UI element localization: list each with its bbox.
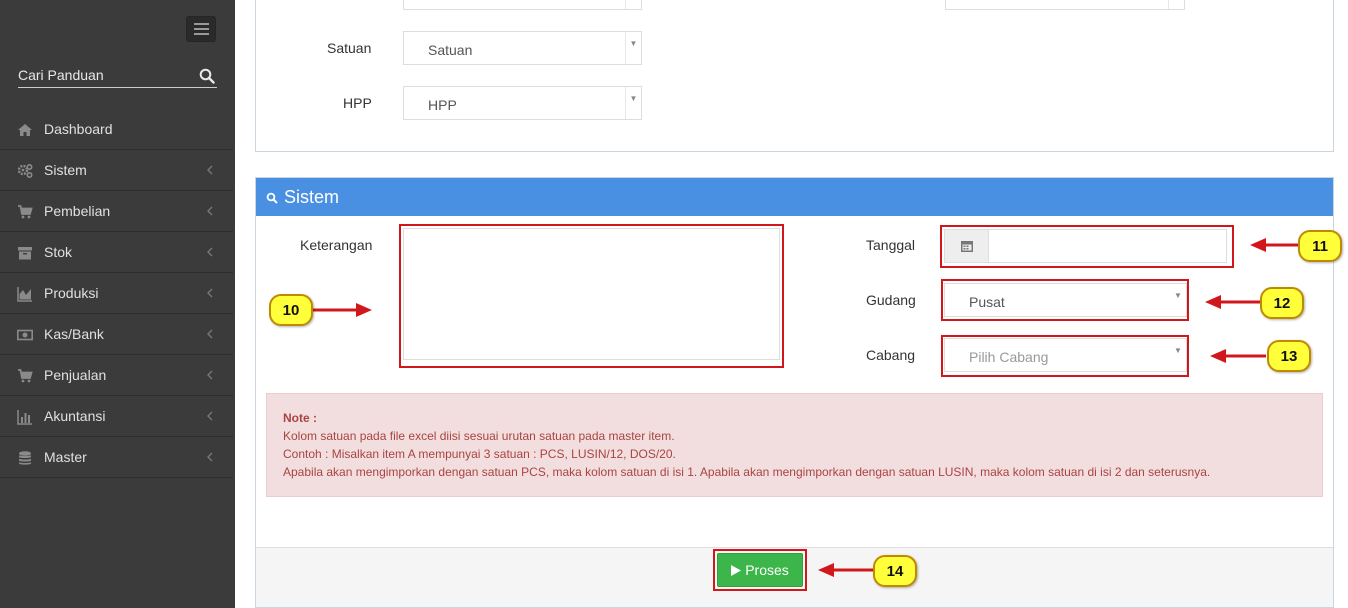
database-icon — [19, 451, 31, 465]
sidebar-menu: Dashboard Sistem Pembelian Stok Produksi… — [0, 109, 233, 478]
note-alert: Note : Kolom satuan pada file excel diis… — [266, 393, 1323, 497]
keterangan-label: Keterangan — [300, 237, 373, 253]
cart-icon — [18, 369, 33, 383]
sidebar-item-label: Stok — [44, 244, 73, 260]
arrow-right-icon — [312, 303, 372, 317]
dropdown-arrow-icon: ▼ — [625, 32, 641, 64]
search-icon — [266, 192, 278, 204]
sidebar-item-produksi[interactable]: Produksi — [0, 273, 233, 314]
arrow-left-icon — [818, 563, 874, 577]
callout-13: 13 — [1267, 340, 1311, 372]
search-input[interactable] — [18, 64, 193, 86]
sistem-panel-header: Sistem — [256, 178, 1333, 216]
chevron-left-icon — [207, 206, 213, 216]
hpp-label: HPP — [343, 95, 372, 111]
cart-icon — [18, 205, 33, 219]
sidebar-item-label: Kas/Bank — [44, 326, 104, 342]
satuan-select-value: Satuan — [428, 42, 473, 58]
home-icon — [18, 124, 32, 136]
sidebar-item-penjualan[interactable]: Penjualan — [0, 355, 233, 396]
sidebar-item-label: Dashboard — [44, 121, 113, 137]
highlight-tanggal — [940, 225, 1234, 268]
sidebar-item-pembelian[interactable]: Pembelian — [0, 191, 233, 232]
sidebar-item-label: Pembelian — [44, 203, 111, 219]
sidebar-item-kas-bank[interactable]: Kas/Bank — [0, 314, 233, 355]
chevron-left-icon — [207, 452, 213, 462]
select-partial-left[interactable]: ▼ — [403, 0, 642, 10]
money-icon — [17, 329, 33, 341]
chevron-left-icon — [207, 247, 213, 257]
highlight-keterangan — [399, 224, 784, 368]
sidebar-item-label: Produksi — [44, 285, 99, 301]
area-chart-icon — [17, 287, 32, 302]
arrow-left-icon — [1250, 238, 1300, 252]
highlight-cabang — [941, 335, 1189, 377]
callout-14: 14 — [873, 555, 917, 587]
dropdown-arrow-icon: ▼ — [625, 87, 641, 119]
sidebar-toggle-button[interactable] — [186, 16, 216, 42]
dropdown-arrow-icon: ▼ — [625, 0, 641, 9]
sidebar-item-dashboard[interactable]: Dashboard — [0, 109, 233, 150]
dropdown-arrow-icon: ▼ — [1168, 0, 1184, 9]
sidebar-search — [18, 64, 217, 88]
satuan-select[interactable]: Satuan ▼ — [403, 31, 642, 65]
archive-icon — [18, 247, 32, 260]
note-title: Note : — [283, 411, 317, 425]
note-line: Kolom satuan pada file excel diisi sesua… — [283, 429, 675, 443]
hpp-select-value: HPP — [428, 97, 457, 113]
arrow-left-icon — [1205, 295, 1261, 309]
sidebar-item-label: Penjualan — [44, 367, 107, 383]
highlight-gudang — [941, 279, 1189, 321]
cabang-label: Cabang — [866, 347, 916, 363]
sidebar-item-master[interactable]: Master — [0, 437, 233, 478]
search-icon[interactable] — [199, 68, 215, 84]
tanggal-label: Tanggal — [866, 237, 916, 253]
gears-icon — [17, 163, 33, 179]
chevron-left-icon — [207, 411, 213, 421]
sistem-panel-title: Sistem — [284, 187, 340, 207]
hpp-select[interactable]: HPP ▼ — [403, 86, 642, 120]
arrow-left-icon — [1210, 349, 1266, 363]
callout-11: 11 — [1298, 230, 1342, 262]
chevron-left-icon — [207, 329, 213, 339]
satuan-label: Satuan — [327, 40, 372, 56]
bar-chart-icon — [17, 410, 32, 425]
gudang-label: Gudang — [866, 292, 916, 308]
sidebar-item-akuntansi[interactable]: Akuntansi — [0, 396, 233, 437]
note-line: Contoh : Misalkan item A mempunyai 3 sat… — [283, 447, 676, 461]
sidebar-item-stok[interactable]: Stok — [0, 232, 233, 273]
chevron-left-icon — [207, 370, 213, 380]
note-line: Apabila akan mengimporkan dengan satuan … — [283, 465, 1211, 479]
callout-12: 12 — [1260, 287, 1304, 319]
sidebar: Dashboard Sistem Pembelian Stok Produksi… — [0, 0, 235, 608]
sidebar-item-label: Master — [44, 449, 87, 465]
highlight-proses — [713, 549, 807, 591]
sidebar-item-label: Sistem — [44, 162, 87, 178]
sidebar-item-label: Akuntansi — [44, 408, 106, 424]
sidebar-item-sistem[interactable]: Sistem — [0, 150, 233, 191]
chevron-left-icon — [207, 165, 213, 175]
callout-10: 10 — [269, 294, 313, 326]
select-partial-right[interactable]: ▼ — [945, 0, 1185, 10]
chevron-left-icon — [207, 288, 213, 298]
form-panel-top — [255, 0, 1334, 152]
